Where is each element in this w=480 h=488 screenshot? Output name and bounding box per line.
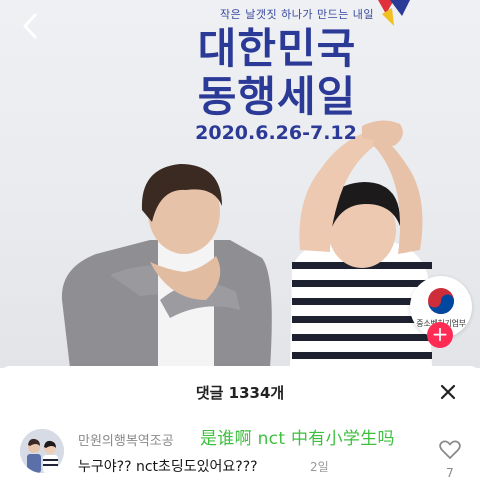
poster-dates: 2020.6.26-7.12 [195, 122, 357, 144]
like-count: 7 [446, 466, 454, 480]
comment-username[interactable]: 만원의행복역조공 [78, 430, 174, 449]
right-person-figure [290, 120, 432, 368]
comment-text: 누구야?? nct초딩도있어요??? [78, 459, 258, 475]
back-button[interactable] [14, 10, 46, 42]
comments-sheet: 댓글 1334개 만원의행복역조공 是谁啊 nct 中有小学生吗 누구야?? n… [0, 366, 480, 488]
taegeuk-emblem-icon [428, 287, 454, 314]
chevron-left-icon [23, 13, 37, 39]
close-button[interactable] [438, 382, 458, 402]
comment-item[interactable]: 만원의행복역조공 是谁啊 nct 中有小学生吗 누구야?? nct초딩도있어요?… [0, 418, 480, 488]
heart-outline-icon [439, 440, 461, 459]
comments-count-title: 댓글 1334개 [195, 383, 285, 402]
comment-translation-overlay: 是谁啊 nct 中有小学生吗 [200, 429, 395, 449]
poster-title-line-1: 대한민국 [197, 24, 357, 73]
plus-icon: + [431, 322, 449, 346]
video-player[interactable]: 작은 날갯짓 하나가 만드는 내일 대한민국 동행세일 2020.6.26-7.… [0, 0, 480, 368]
avatar-image [20, 429, 64, 473]
left-person-figure [61, 164, 272, 368]
poster-title-line-2: 동행세일 [197, 72, 357, 121]
poster-decoration-icon [378, 0, 410, 26]
like-button[interactable] [438, 438, 462, 462]
poster-tagline: 작은 날갯짓 하나가 만드는 내일 [220, 8, 375, 21]
comments-sheet-header: 댓글 1334개 [0, 366, 480, 418]
avatar[interactable] [20, 429, 64, 473]
comment-time: 2일 [310, 460, 329, 474]
close-icon [440, 384, 456, 400]
follow-button[interactable]: + [427, 322, 453, 348]
